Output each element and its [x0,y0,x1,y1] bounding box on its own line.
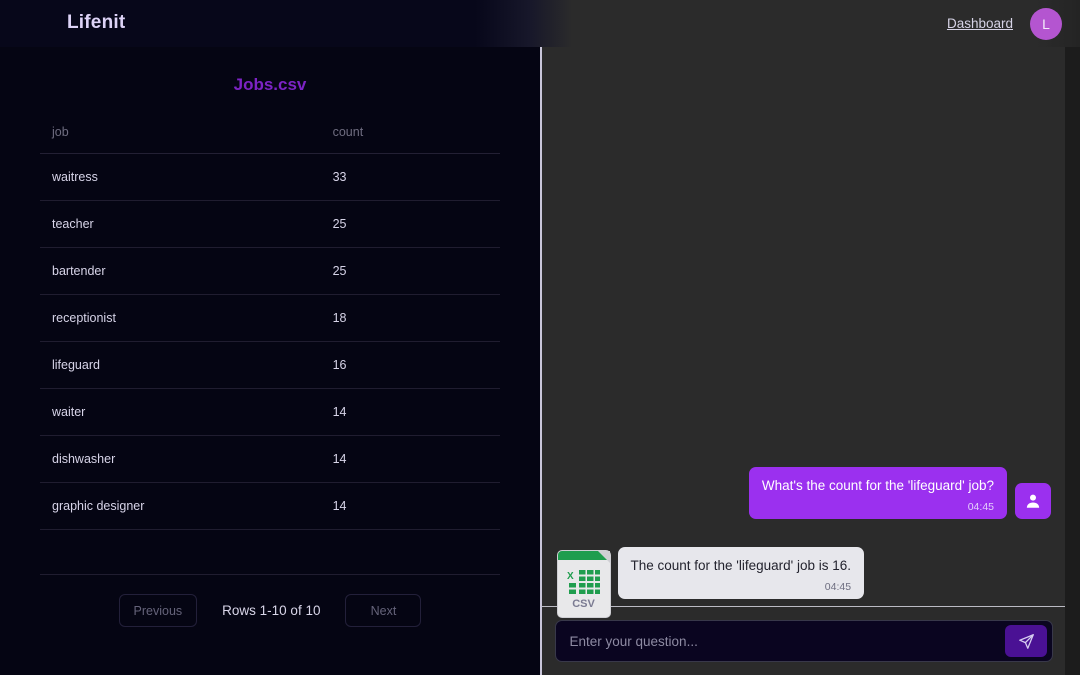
table-row[interactable]: lifeguard 16 [40,341,500,389]
question-input[interactable] [555,621,1005,661]
table-cell-job [40,529,321,575]
chat-message-timestamp: 04:45 [824,581,852,593]
table-cell-count: 33 [320,153,500,201]
table-header-row: job count [40,125,500,154]
csv-preview-panel: Jobs.csv job count waitress 33 teacher 25 ba… [0,47,540,675]
chat-message-text: What's the count for the 'lifeguard' job… [761,478,994,493]
chat-bubble-assistant: The count for the 'lifeguard' job is 16.… [617,547,865,599]
table-cell-job: receptionist [40,294,321,342]
table-cell-count: 25 [320,200,500,248]
table-cell-count: 18 [320,294,500,342]
nav-link-dashboard[interactable]: Dashboard [947,16,1013,31]
table-cell-count: 16 [320,341,500,389]
app-root: Lifenit Dashboard L Jobs.csv job count w… [0,0,1080,675]
send-button[interactable] [1005,625,1047,657]
table-row[interactable] [40,529,500,575]
send-paper-plane-icon [1018,633,1034,649]
csv-file-title: Jobs.csv [233,75,307,94]
csv-file-icon: X CSV [557,551,610,617]
previous-page-button[interactable]: Previous [118,594,198,627]
avatar-initial: L [1042,15,1050,32]
table-cell-job: waitress [40,153,321,201]
chat-message-user: What's the count for the 'lifeguard' job… [748,467,1051,519]
table-cell-count: 14 [320,388,500,436]
app-brand-title: Lifenit [67,12,126,33]
table-row[interactable]: graphic designer 14 [40,482,500,530]
pagination-controls: Previous Rows 1-10 of 10 Next [0,594,540,627]
csv-table-body: waitress 33 teacher 25 bartender 25 receptioni… [40,153,500,575]
chat-bubble-user: What's the count for the 'lifeguard' job… [748,467,1007,519]
top-bar-actions: Dashboard L [947,0,1062,47]
table-cell-job: dishwasher [40,435,321,483]
chat-message-list: What's the count for the 'lifeguard' job… [542,47,1066,617]
column-header-job[interactable]: job [40,125,321,154]
csv-table-wrapper: job count waitress 33 teacher 25 bartender 25… [40,125,500,575]
table-cell-count [320,529,500,575]
table-cell-job: waiter [40,388,321,436]
chat-panel: What's the count for the 'lifeguard' job… [541,47,1066,675]
csv-file-icon-grid: X [567,570,600,594]
column-header-count[interactable]: count [320,125,500,154]
table-row[interactable]: dishwasher 14 [40,435,500,483]
top-bar: Lifenit Dashboard L [0,0,1080,47]
chat-message-timestamp: 04:45 [967,501,994,513]
table-row[interactable]: teacher 25 [40,200,500,248]
csv-file-icon-label: CSV [572,598,595,610]
table-row[interactable]: bartender 25 [40,247,500,295]
csv-table: job count waitress 33 teacher 25 bartender 25… [40,125,500,575]
chat-message-assistant: X CSV The count for the 'lifeguard' job … [557,547,865,617]
csv-table-head: job count [40,125,500,154]
chat-input-container [554,620,1053,662]
table-cell-count: 14 [320,435,500,483]
table-cell-job: graphic designer [40,482,321,530]
table-cell-count: 25 [320,247,500,295]
table-row[interactable]: waiter 14 [40,388,500,436]
table-row[interactable]: receptionist 18 [40,294,500,342]
table-cell-job: bartender [40,247,321,295]
next-page-button[interactable]: Next [345,594,422,627]
table-cell-job: teacher [40,200,321,248]
right-scroll-gutter[interactable] [1065,47,1080,675]
person-icon-glyph [1026,494,1040,508]
svg-text:X: X [567,571,574,582]
chat-message-text: The count for the 'lifeguard' job is 16. [630,558,852,573]
person-icon [1015,483,1051,519]
csv-file-icon-fold [597,551,610,563]
pagination-info: Rows 1-10 of 10 [222,603,321,618]
table-cell-job: lifeguard [40,341,321,389]
panel-divider [540,47,542,675]
table-row[interactable]: waitress 33 [40,153,500,201]
table-cell-count: 14 [320,482,500,530]
avatar[interactable]: L [1030,7,1062,40]
